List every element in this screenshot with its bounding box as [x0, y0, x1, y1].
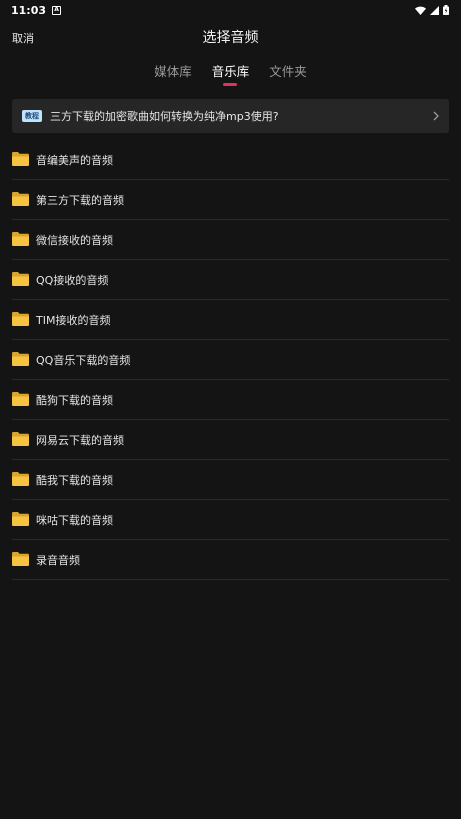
folder-item[interactable]: QQ音乐下载的音频 — [12, 340, 449, 380]
folder-icon — [12, 431, 29, 446]
folder-icon — [12, 151, 29, 166]
folder-icon — [12, 191, 29, 206]
status-icons — [415, 5, 449, 15]
tutorial-banner[interactable]: 教程 三方下载的加密歌曲如何转换为纯净mp3使用? — [12, 99, 449, 133]
folder-item[interactable]: QQ接收的音频 — [12, 260, 449, 300]
signal-icon — [430, 5, 439, 15]
folder-label: TIM接收的音频 — [36, 313, 111, 327]
status-time: 11:03 — [11, 3, 47, 17]
folder-label: 网易云下载的音频 — [36, 433, 124, 447]
banner-text: 三方下载的加密歌曲如何转换为纯净mp3使用? — [50, 110, 279, 123]
tab-label: 文件夹 — [269, 64, 307, 79]
folder-item[interactable]: 第三方下载的音频 — [12, 180, 449, 220]
folder-icon — [12, 311, 29, 326]
tab-folders[interactable]: 文件夹 — [269, 58, 307, 86]
status-bar: 11:03 A — [0, 0, 461, 20]
battery-icon — [443, 5, 449, 15]
folder-icon — [12, 511, 29, 526]
tab-music-library[interactable]: 音乐库 — [211, 58, 250, 86]
header: 取消 选择音频 — [0, 24, 461, 50]
folder-item[interactable]: 酷狗下载的音频 — [12, 380, 449, 420]
page-title: 选择音频 — [202, 30, 259, 46]
status-left: 11:03 A — [11, 3, 62, 17]
tab-bar: 媒体库 音乐库 文件夹 — [0, 58, 461, 86]
tutorial-badge: 教程 — [22, 110, 42, 122]
folder-label: 酷我下载的音频 — [36, 473, 113, 487]
notification-icon: A — [52, 5, 62, 15]
folder-item[interactable]: 录音音频 — [12, 540, 449, 580]
folder-label: 音编美声的音频 — [36, 153, 113, 167]
folder-icon — [12, 551, 29, 566]
folder-item[interactable]: 咪咕下载的音频 — [12, 500, 449, 540]
tab-label: 媒体库 — [154, 64, 192, 79]
folder-label: 录音音频 — [36, 553, 80, 567]
folder-item[interactable]: 酷我下载的音频 — [12, 460, 449, 500]
folder-label: QQ接收的音频 — [36, 273, 109, 287]
folder-item[interactable]: 网易云下载的音频 — [12, 420, 449, 460]
folder-icon — [12, 391, 29, 406]
folder-label: 咪咕下载的音频 — [36, 513, 113, 527]
folder-label: QQ音乐下载的音频 — [36, 353, 131, 367]
active-tab-indicator — [223, 83, 238, 86]
folder-icon — [12, 271, 29, 286]
folder-icon — [12, 351, 29, 366]
tab-media-library[interactable]: 媒体库 — [154, 58, 192, 86]
folder-label: 酷狗下载的音频 — [36, 393, 113, 407]
folder-item[interactable]: 微信接收的音频 — [12, 220, 449, 260]
folder-list: 音编美声的音频 第三方下载的音频 微信接收的音频 QQ接收的音频 TIM接收的音频 QQ音… — [12, 140, 449, 580]
folder-item[interactable]: TIM接收的音频 — [12, 300, 449, 340]
wifi-icon — [415, 6, 426, 15]
chevron-right-icon — [433, 111, 439, 121]
folder-label: 微信接收的音频 — [36, 233, 113, 247]
folder-icon — [12, 471, 29, 486]
folder-item[interactable]: 音编美声的音频 — [12, 140, 449, 180]
tab-label: 音乐库 — [211, 64, 250, 79]
folder-icon — [12, 231, 29, 246]
folder-label: 第三方下载的音频 — [36, 193, 124, 207]
